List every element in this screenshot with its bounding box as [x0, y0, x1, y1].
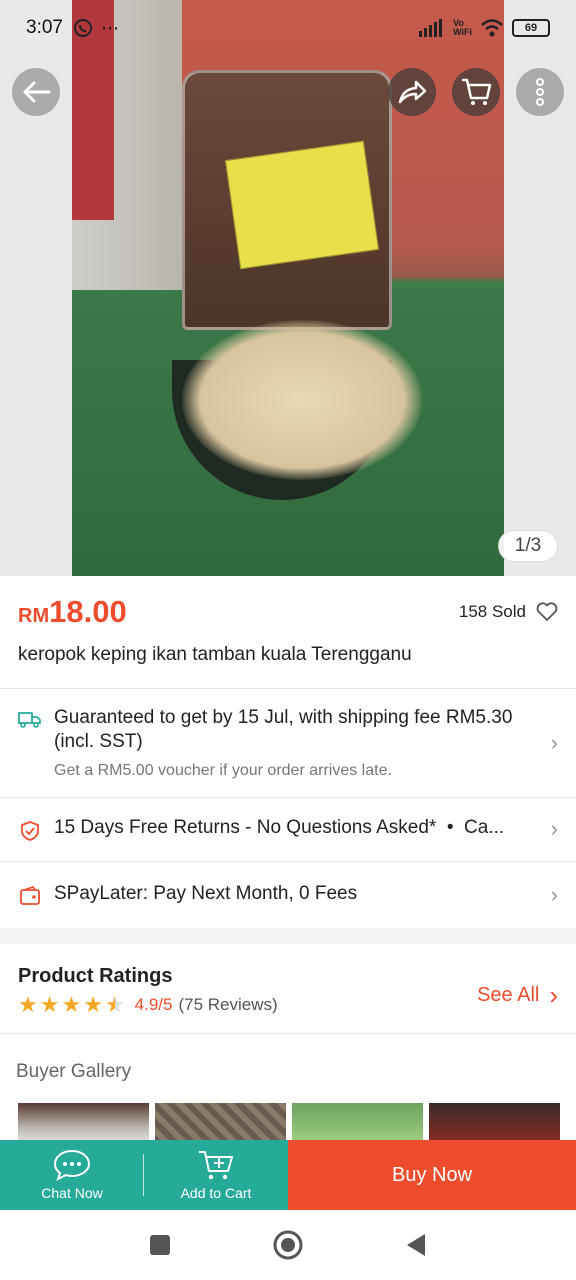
rating-score: 4.9/5 — [134, 995, 173, 1014]
status-indicators: Vo WiFi 69 — [419, 19, 550, 37]
divider — [0, 1033, 576, 1034]
system-navigation-bar — [0, 1210, 576, 1280]
share-button[interactable] — [388, 68, 436, 116]
price-value: 18.00 — [49, 594, 127, 629]
chat-bubble-icon — [53, 1149, 91, 1181]
heart-icon[interactable] — [536, 602, 558, 622]
returns-text: 15 Days Free Returns - No Questions Aske… — [54, 817, 505, 838]
back-button[interactable] — [12, 68, 60, 116]
sold-count-group: 158 Sold — [459, 602, 558, 622]
divider — [0, 797, 576, 798]
chevron-right-icon: › — [550, 882, 558, 907]
see-all-label: See All — [477, 984, 540, 1006]
signal-icon — [419, 19, 443, 37]
see-all-ratings-link[interactable]: See All › — [477, 980, 558, 1011]
gallery-photo[interactable] — [292, 1103, 423, 1143]
product-title: keropok keping ikan tamban kuala Terengg… — [18, 644, 412, 665]
home-icon[interactable] — [272, 1229, 304, 1261]
shipping-voucher-note: Get a RM5.00 voucher if your order arriv… — [54, 762, 392, 779]
buy-now-button[interactable]: Buy Now — [288, 1140, 576, 1210]
returns-row[interactable]: 15 Days Free Returns - No Questions Aske… — [18, 816, 558, 842]
buyer-gallery — [18, 1103, 560, 1143]
divider — [0, 861, 576, 862]
spaylater-text: SPayLater: Pay Next Month, 0 Fees — [54, 883, 358, 904]
chevron-right-icon: › — [550, 816, 558, 841]
shipping-text: Guaranteed to get by 15 Jul, with shippi… — [54, 706, 524, 780]
product-photo — [72, 0, 504, 576]
vowifi-line2: WiFi — [453, 27, 472, 37]
chevron-right-icon: › — [549, 980, 558, 1010]
status-notifications: ⋯ — [73, 18, 119, 39]
share-icon — [398, 80, 427, 104]
back-nav-icon[interactable] — [404, 1232, 428, 1258]
recent-apps-icon[interactable] — [148, 1233, 172, 1257]
status-time: 3:07 — [26, 17, 63, 38]
rating-count: (75 Reviews) — [178, 995, 278, 1014]
photo-crackers — [182, 320, 422, 480]
gallery-photo[interactable] — [155, 1103, 286, 1143]
more-notifications-icon: ⋯ — [100, 17, 119, 38]
arrow-left-icon — [23, 81, 51, 103]
chat-now-button[interactable]: Chat Now — [0, 1140, 144, 1210]
chevron-right-icon: › — [550, 730, 558, 755]
shipping-guarantee: Guaranteed to get by 15 Jul, with shippi… — [54, 707, 513, 752]
sold-count: 158 Sold — [458, 602, 526, 621]
price-row: RM 18.00 158 Sold — [18, 590, 558, 634]
ratings-summary: ★ ★ ★ ★ ★ 4.9/5 (75 Reviews) — [18, 994, 278, 1016]
spaylater-row[interactable]: SPayLater: Pay Next Month, 0 Fees — [18, 882, 558, 906]
add-to-cart-label: Add to Cart — [180, 1185, 252, 1201]
more-vertical-icon — [536, 78, 544, 106]
status-bar: 3:07 ⋯ Vo WiFi 69 — [0, 0, 576, 56]
star-full-icon: ★ — [61, 992, 82, 1017]
vowifi-indicator: Vo WiFi — [453, 19, 472, 37]
gallery-photo[interactable] — [429, 1103, 560, 1143]
battery-icon: 69 — [512, 19, 550, 37]
wifi-icon — [481, 19, 503, 37]
add-to-cart-icon — [199, 1151, 233, 1180]
star-half-icon: ★ — [104, 992, 125, 1017]
star-full-icon: ★ — [39, 992, 60, 1017]
add-to-cart-button[interactable]: Add to Cart — [144, 1140, 288, 1210]
more-options-button[interactable] — [516, 68, 564, 116]
whatsapp-icon — [73, 19, 92, 37]
gallery-photo[interactable] — [18, 1103, 149, 1143]
star-full-icon: ★ — [18, 992, 38, 1017]
cart-icon — [462, 78, 492, 105]
image-page-indicator: 1/3 — [498, 530, 558, 562]
chat-now-label: Chat Now — [41, 1185, 103, 1201]
star-full-icon: ★ — [83, 992, 103, 1017]
shield-check-icon — [21, 821, 39, 841]
shipping-row[interactable]: Guaranteed to get by 15 Jul, with shippi… — [18, 706, 558, 780]
price-currency: RM — [18, 604, 50, 627]
cart-button[interactable] — [452, 68, 500, 116]
buyer-gallery-title: Buyer Gallery — [16, 1061, 132, 1082]
truck-icon — [18, 712, 41, 728]
divider — [0, 688, 576, 689]
ratings-title: Product Ratings — [18, 965, 173, 987]
photo-product-label — [225, 140, 379, 270]
section-gap — [0, 928, 576, 944]
bottom-action-bar: Chat Now Add to Cart Buy Now — [0, 1140, 576, 1210]
wallet-icon — [20, 886, 40, 905]
